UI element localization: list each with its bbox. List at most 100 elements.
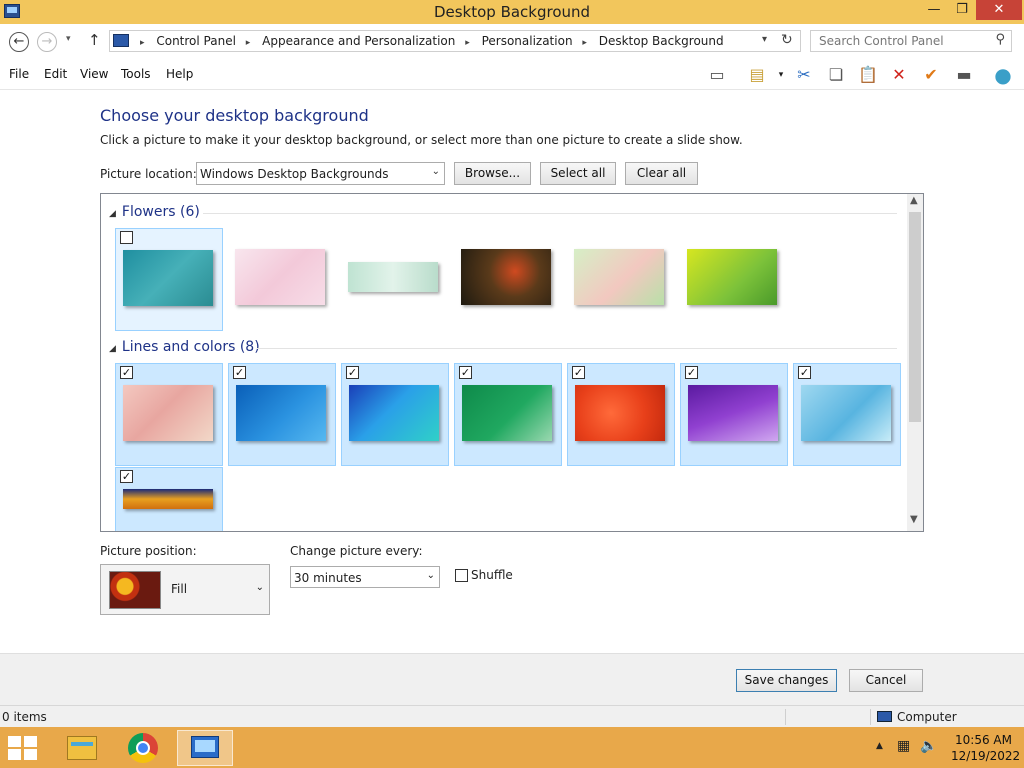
- breadcrumb-personalization[interactable]: Personalization: [482, 34, 573, 48]
- shuffle-label[interactable]: Shuffle: [471, 568, 513, 582]
- menu-file[interactable]: File: [9, 67, 29, 81]
- preview-pane-icon[interactable]: ▭: [706, 64, 728, 86]
- picture-position-select[interactable]: Fill ⌄: [100, 564, 270, 615]
- breadcrumb-appearance[interactable]: Appearance and Personalization: [262, 34, 455, 48]
- group-header-flowers[interactable]: ◢ Flowers (6): [109, 204, 200, 220]
- details-icon[interactable]: ▬: [953, 64, 975, 86]
- select-all-button[interactable]: Select all: [540, 162, 616, 185]
- wallpaper-tile[interactable]: [454, 228, 562, 331]
- address-dropdown-icon[interactable]: ▾: [762, 34, 767, 45]
- volume-icon[interactable]: 🔈: [920, 738, 937, 754]
- cancel-button[interactable]: Cancel: [849, 669, 923, 692]
- check-icon[interactable]: ✔: [920, 64, 942, 86]
- maximize-button[interactable]: ❐: [948, 0, 976, 20]
- clock-date[interactable]: 12/19/2022: [951, 749, 1020, 763]
- tile-checkbox[interactable]: [120, 231, 133, 244]
- browse-button[interactable]: Browse...: [454, 162, 531, 185]
- forward-button[interactable]: →: [37, 32, 57, 52]
- tile-checkbox[interactable]: ✓: [572, 366, 585, 379]
- breadcrumb-separator-icon[interactable]: ▸: [582, 38, 587, 48]
- wallpaper-tile[interactable]: ✓: [567, 363, 675, 466]
- collapse-icon[interactable]: ◢: [109, 344, 116, 354]
- picture-position-value: Fill: [171, 582, 188, 596]
- clock-time[interactable]: 10:56 AM: [955, 733, 1012, 747]
- control-panel-taskbar-icon[interactable]: [177, 730, 233, 766]
- wallpaper-tile[interactable]: [228, 228, 336, 331]
- wallpaper-thumbnail: [348, 262, 438, 292]
- picture-gallery[interactable]: ◢ Flowers (6) ◢ Lines and colors (8) ▲ ▼ ✓…: [100, 193, 924, 532]
- wallpaper-tile[interactable]: [567, 228, 675, 331]
- group-divider: [257, 348, 897, 349]
- breadcrumb-separator-icon[interactable]: ▸: [246, 38, 251, 48]
- paste-icon[interactable]: 📋: [857, 64, 879, 86]
- wallpaper-thumbnail: [801, 385, 891, 441]
- refresh-icon[interactable]: ↻: [781, 32, 793, 48]
- collapse-icon[interactable]: ◢: [109, 209, 116, 219]
- tile-checkbox[interactable]: ✓: [120, 366, 133, 379]
- breadcrumb-separator-icon[interactable]: ▸: [140, 38, 145, 48]
- group-title: Flowers (6): [121, 204, 200, 220]
- wallpaper-thumbnail: [574, 249, 664, 305]
- start-button[interactable]: [8, 736, 38, 760]
- wallpaper-thumbnail: [575, 385, 665, 441]
- main-content: Choose your desktop background Click a p…: [0, 90, 1024, 653]
- tile-checkbox[interactable]: ✓: [120, 470, 133, 483]
- properties-icon[interactable]: ▤: [746, 64, 768, 86]
- tile-checkbox[interactable]: ✓: [459, 366, 472, 379]
- show-hidden-icons-icon[interactable]: ▲: [876, 741, 883, 751]
- wallpaper-tile[interactable]: ✓: [793, 363, 901, 466]
- address-bar[interactable]: ▸ Control Panel ▸ Appearance and Persona…: [109, 30, 801, 52]
- gallery-scrollbar[interactable]: ▲ ▼: [907, 194, 923, 531]
- tile-checkbox[interactable]: ✓: [798, 366, 811, 379]
- chevron-down-icon: ⌄: [431, 166, 440, 177]
- menu-help[interactable]: Help: [166, 67, 193, 81]
- wallpaper-tile[interactable]: ✓: [115, 363, 223, 466]
- wallpaper-tile[interactable]: [115, 228, 223, 331]
- window-title: Desktop Background: [433, 3, 591, 21]
- menu-view[interactable]: View: [80, 67, 108, 81]
- breadcrumb-separator-icon[interactable]: ▸: [465, 38, 470, 48]
- breadcrumb-control-panel[interactable]: Control Panel: [156, 34, 236, 48]
- back-button[interactable]: ←: [9, 32, 29, 52]
- properties-dropdown-icon[interactable]: ▾: [770, 64, 792, 86]
- menu-tools[interactable]: Tools: [121, 67, 151, 81]
- cut-icon[interactable]: ✂: [793, 64, 815, 86]
- shuffle-checkbox[interactable]: [455, 569, 468, 582]
- breadcrumb-desktop-background[interactable]: Desktop Background: [599, 34, 724, 48]
- wallpaper-tile[interactable]: ✓: [680, 363, 788, 466]
- copy-icon[interactable]: ❏: [825, 64, 847, 86]
- change-picture-select[interactable]: 30 minutes ⌄: [290, 566, 440, 588]
- globe-icon[interactable]: ●: [992, 64, 1014, 86]
- taskbar: ▲ ▦ 🔈 10:56 AM 12/19/2022: [0, 727, 1024, 768]
- wallpaper-tile[interactable]: ✓: [228, 363, 336, 466]
- picture-location-select[interactable]: Windows Desktop Backgrounds ⌄: [196, 162, 445, 185]
- scroll-thumb[interactable]: [909, 212, 921, 422]
- wallpaper-tile[interactable]: ✓: [454, 363, 562, 466]
- chrome-taskbar-icon[interactable]: [118, 730, 168, 766]
- search-icon[interactable]: ⚲: [995, 32, 1005, 47]
- tile-checkbox[interactable]: ✓: [233, 366, 246, 379]
- wallpaper-thumbnail: [123, 385, 213, 441]
- file-explorer-taskbar-icon[interactable]: [57, 730, 107, 766]
- close-button[interactable]: ✕: [976, 0, 1022, 20]
- chevron-down-icon: ⌄: [255, 582, 264, 593]
- wallpaper-tile[interactable]: [680, 228, 788, 331]
- wallpaper-tile[interactable]: ✓: [341, 363, 449, 466]
- up-button[interactable]: ↑: [88, 31, 101, 49]
- wallpaper-tile[interactable]: [341, 228, 449, 331]
- save-changes-button[interactable]: Save changes: [736, 669, 837, 692]
- tile-checkbox[interactable]: ✓: [346, 366, 359, 379]
- group-header-lines-and-colors[interactable]: ◢ Lines and colors (8): [109, 339, 260, 355]
- menu-edit[interactable]: Edit: [44, 67, 67, 81]
- position-preview-image: [109, 571, 161, 609]
- scroll-up-icon[interactable]: ▲: [910, 195, 918, 206]
- minimize-button[interactable]: —: [920, 0, 948, 20]
- scroll-down-icon[interactable]: ▼: [910, 514, 918, 525]
- wallpaper-tile[interactable]: ✓: [115, 467, 223, 531]
- tile-checkbox[interactable]: ✓: [685, 366, 698, 379]
- network-icon[interactable]: ▦: [897, 738, 910, 754]
- clear-all-button[interactable]: Clear all: [625, 162, 698, 185]
- delete-icon[interactable]: ✕: [888, 64, 910, 86]
- search-input[interactable]: Search Control Panel ⚲: [810, 30, 1012, 52]
- recent-locations-icon[interactable]: ▾: [66, 34, 71, 44]
